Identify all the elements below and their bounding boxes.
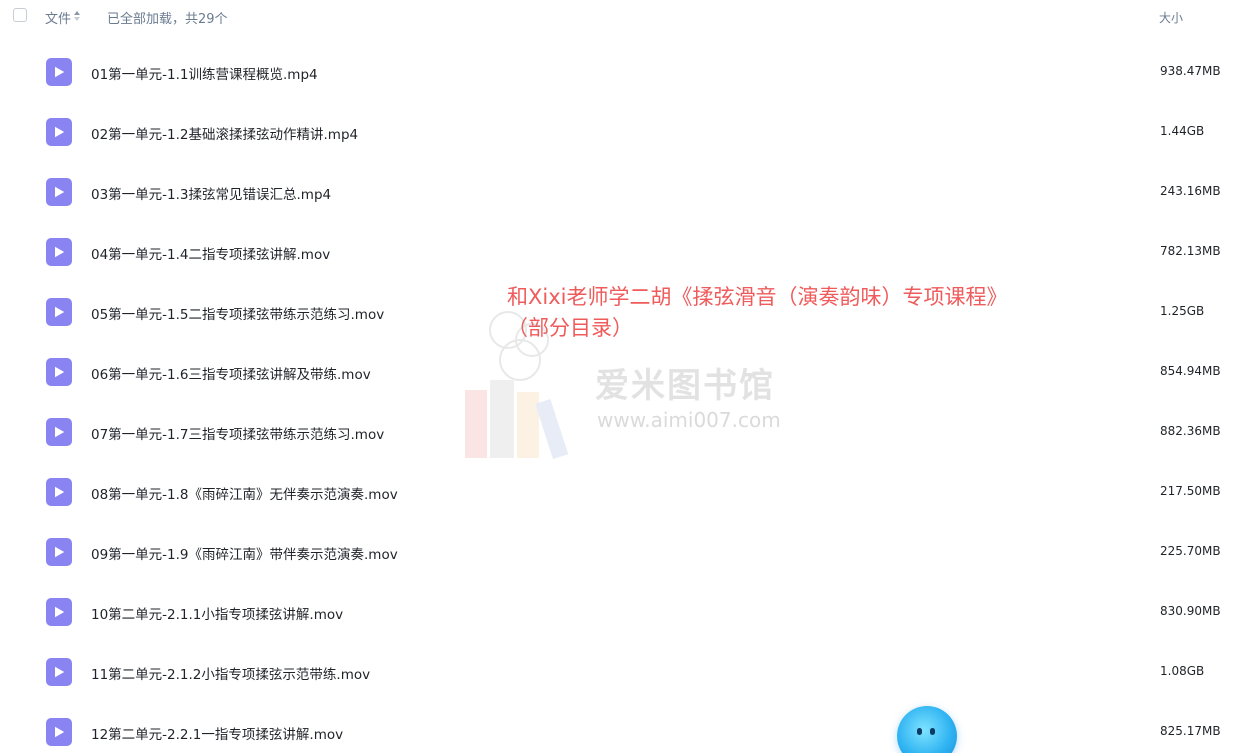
play-video-icon	[46, 598, 72, 626]
file-name[interactable]: 10第二单元-2.1.1小指专项揉弦讲解.mov	[91, 603, 343, 623]
file-size: 1.44GB	[1160, 124, 1205, 138]
play-video-icon	[46, 118, 72, 146]
file-size: 782.13MB	[1160, 244, 1221, 258]
file-size: 217.50MB	[1160, 484, 1221, 498]
file-size: 854.94MB	[1160, 364, 1221, 378]
play-video-icon	[46, 298, 72, 326]
file-name[interactable]: 02第一单元-1.2基础滚揉揉弦动作精讲.mp4	[91, 123, 358, 143]
file-name[interactable]: 12第二单元-2.2.1一指专项揉弦讲解.mov	[91, 723, 343, 743]
load-status-text: 已全部加载，共29个	[107, 12, 228, 27]
file-row[interactable]: 06第一单元-1.6三指专项揉弦讲解及带练.mov 854.94MB	[0, 342, 1239, 402]
play-video-icon	[46, 658, 72, 686]
file-row[interactable]: 02第一单元-1.2基础滚揉揉弦动作精讲.mp4 1.44GB	[0, 102, 1239, 162]
list-header: 文件 已全部加载，共29个 大小	[0, 0, 1239, 34]
play-video-icon	[46, 358, 72, 386]
play-video-icon	[46, 58, 72, 86]
file-list: 01第一单元-1.1训练营课程概览.mp4 938.47MB 02第一单元-1.2基…	[0, 42, 1239, 753]
play-video-icon	[46, 418, 72, 446]
file-row[interactable]: 09第一单元-1.9《雨碎江南》带伴奏示范演奏.mov 225.70MB	[0, 522, 1239, 582]
file-size: 243.16MB	[1160, 184, 1221, 198]
file-row[interactable]: 01第一单元-1.1训练营课程概览.mp4 938.47MB	[0, 42, 1239, 102]
file-size: 825.17MB	[1160, 724, 1221, 738]
course-title-line2: （部分目录）	[507, 316, 633, 340]
play-video-icon	[46, 478, 72, 506]
file-name[interactable]: 09第一单元-1.9《雨碎江南》带伴奏示范演奏.mov	[91, 543, 398, 563]
assistant-eye-left	[917, 728, 922, 735]
file-size: 225.70MB	[1160, 544, 1221, 558]
file-name[interactable]: 03第一单元-1.3揉弦常见错误汇总.mp4	[91, 183, 331, 203]
file-row[interactable]: 04第一单元-1.4二指专项揉弦讲解.mov 782.13MB	[0, 222, 1239, 282]
file-row[interactable]: 03第一单元-1.3揉弦常见错误汇总.mp4 243.16MB	[0, 162, 1239, 222]
play-video-icon	[46, 178, 72, 206]
sort-by-file-button[interactable]: 文件	[45, 8, 81, 27]
file-name[interactable]: 11第二单元-2.1.2小指专项揉弦示范带练.mov	[91, 663, 370, 683]
course-title-overlay: 和Xixi老师学二胡《揉弦滑音（演奏韵味）专项课程》 （部分目录）	[507, 282, 1007, 344]
play-video-icon	[46, 538, 72, 566]
file-size: 1.08GB	[1160, 664, 1205, 678]
file-name[interactable]: 08第一单元-1.8《雨碎江南》无伴奏示范演奏.mov	[91, 483, 398, 503]
file-name[interactable]: 01第一单元-1.1训练营课程概览.mp4	[91, 63, 318, 83]
play-video-icon	[46, 238, 72, 266]
size-column-label[interactable]: 大小	[1159, 9, 1183, 26]
file-row[interactable]: 12第二单元-2.2.1一指专项揉弦讲解.mov 825.17MB	[0, 702, 1239, 753]
file-name[interactable]: 06第一单元-1.6三指专项揉弦讲解及带练.mov	[91, 363, 371, 383]
file-name[interactable]: 04第一单元-1.4二指专项揉弦讲解.mov	[91, 243, 330, 263]
file-size: 1.25GB	[1160, 304, 1205, 318]
file-row[interactable]: 08第一单元-1.8《雨碎江南》无伴奏示范演奏.mov 217.50MB	[0, 462, 1239, 522]
file-row[interactable]: 11第二单元-2.1.2小指专项揉弦示范带练.mov 1.08GB	[0, 642, 1239, 702]
file-row[interactable]: 07第一单元-1.7三指专项揉弦带练示范练习.mov 882.36MB	[0, 402, 1239, 462]
file-size: 830.90MB	[1160, 604, 1221, 618]
file-size: 938.47MB	[1160, 64, 1221, 78]
assistant-eye-right	[930, 728, 935, 735]
course-title-line1: 和Xixi老师学二胡《揉弦滑音（演奏韵味）专项课程》	[507, 285, 1008, 309]
play-video-icon	[46, 718, 72, 746]
file-row[interactable]: 10第二单元-2.1.1小指专项揉弦讲解.mov 830.90MB	[0, 582, 1239, 642]
select-all-checkbox[interactable]	[13, 8, 27, 22]
file-list-page: 文件 已全部加载，共29个 大小 01第一单元-1.1训练营课程概览.mp4 93…	[0, 0, 1239, 753]
sort-icon	[74, 11, 81, 24]
file-name[interactable]: 05第一单元-1.5二指专项揉弦带练示范练习.mov	[91, 303, 384, 323]
file-size: 882.36MB	[1160, 424, 1221, 438]
file-column-label: 文件	[45, 12, 72, 27]
file-name[interactable]: 07第一单元-1.7三指专项揉弦带练示范练习.mov	[91, 423, 384, 443]
